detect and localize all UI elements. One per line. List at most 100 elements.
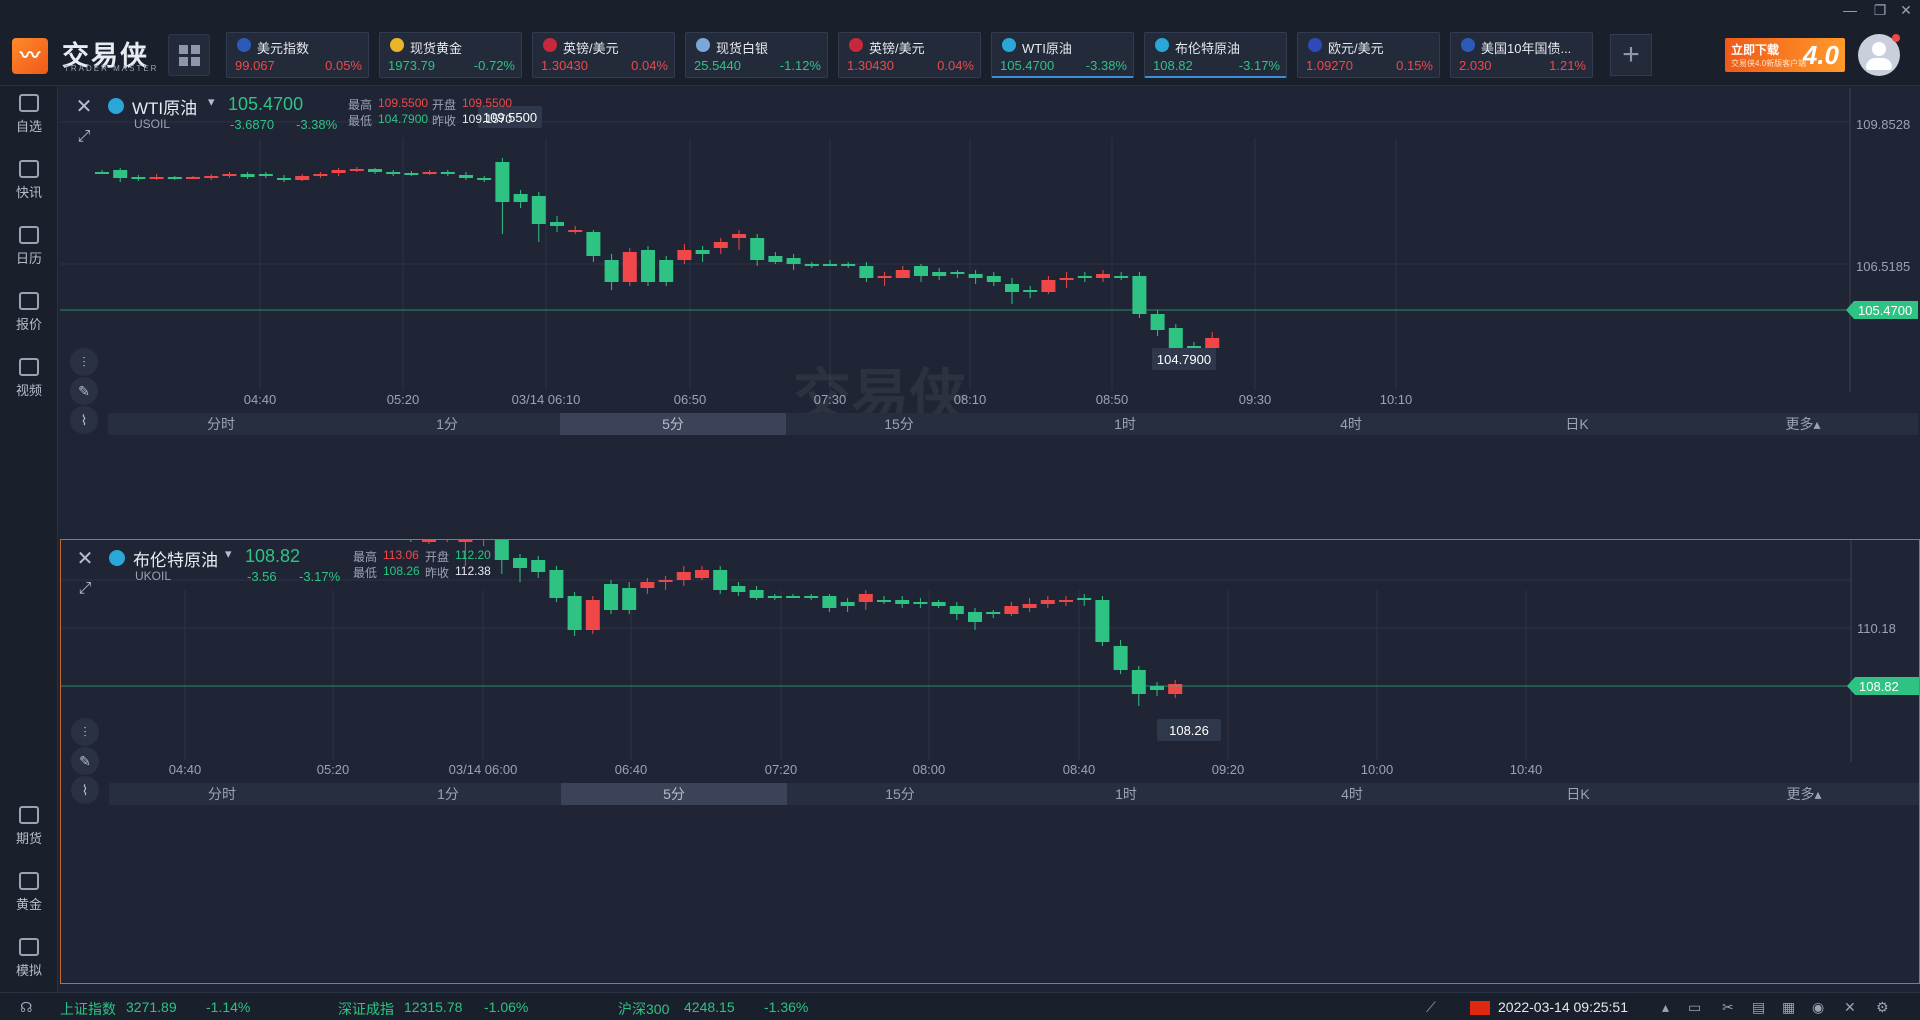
index-value: 12315.78 [404,999,463,1015]
quote-card[interactable]: 欧元/美元 1.09270 0.15% [1297,32,1440,78]
candle-body [567,596,582,630]
headset-icon[interactable]: ☊ [20,999,32,1016]
x-tick-label: 08:00 [913,762,946,777]
sidebar-item[interactable]: 自选 [0,88,58,144]
quote-card[interactable]: 现货黄金 1973.79 -0.72% [379,32,522,78]
indicator-tool-icon[interactable]: ⫶ [71,718,99,746]
sidebar-item-label: 模拟 [15,963,42,978]
candle-body [986,612,1001,614]
candle-body [277,178,291,180]
timeframe-tab[interactable]: 日K [1465,783,1691,805]
timeframe-tab[interactable]: 5分 [561,783,787,805]
timeframe-tab[interactable]: 更多▴ [1690,413,1916,435]
expand-icon[interactable]: ⤢ [72,128,96,152]
trend-tool-icon[interactable]: ⌇ [70,406,98,434]
indicator-tool-icon[interactable]: ⫶ [70,348,98,376]
quote-card[interactable]: 英镑/美元 1.30430 0.04% [838,32,981,78]
candlestick-chart-wti[interactable]: 109.8528106.518504:40 05:20 03/14 06:10 06:… [60,88,1920,534]
sidebar-item-label: 日历 [15,251,42,266]
x-tick-label: 05:20 [387,392,420,407]
close-panel-button[interactable]: ✕ [72,96,96,120]
timeframe-tab[interactable]: 分时 [109,783,335,805]
timeframe-bar-brent: 分时 1分 5分 15分 1时 4时 日K 更多▴ [109,783,1919,805]
timeframe-tab[interactable]: 1分 [334,413,560,435]
symbol-name[interactable]: 布伦特原油 [133,546,218,571]
chevron-down-icon[interactable]: ▾ [208,94,215,110]
flag-icon [237,38,251,52]
quote-card[interactable]: 现货白银 25.5440 -1.12% [685,32,828,78]
sidebar-item[interactable]: 视频 [0,352,58,408]
sidebar-item[interactable]: 模拟 [0,932,58,988]
candle-body [1041,280,1056,292]
timeframe-tab[interactable]: 15分 [787,783,1013,805]
minimize-button[interactable]: — [1840,2,1860,18]
add-quote-button[interactable]: + [1610,34,1652,76]
draw-tool-icon[interactable]: ✎ [71,747,99,775]
x-tick-label: 10:10 [1380,392,1413,407]
flag-icon [1002,38,1016,52]
timeframe-tab[interactable]: 5分 [560,413,786,435]
expand-icon[interactable]: ⤢ [73,580,97,604]
close-panel-button[interactable]: ✕ [73,548,97,572]
screen-icon[interactable]: ▭ [1688,999,1701,1016]
download-promo-banner[interactable]: 立即下载 交易侠4.0新版客户端 4.0 [1725,38,1845,72]
timeframe-tab[interactable]: 1时 [1012,413,1238,435]
signal-icon[interactable]: ⟋ [1426,999,1436,1016]
timeframe-tab[interactable]: 更多▴ [1691,783,1917,805]
sidebar-item[interactable]: 日历 [0,220,58,276]
open-value: 109.5500 [462,96,513,110]
index-name[interactable]: 深证成指 [338,999,394,1019]
maximize-button[interactable]: ❐ [1870,2,1890,19]
candle-body [1077,598,1092,600]
tools-icon[interactable]: ✂ [1722,999,1734,1016]
timeframe-tab[interactable]: 分时 [108,413,334,435]
chart-panel-wti: 109.8528 106.5185 04:40 05:20 03/14 06:10 06:… [60,88,1920,534]
candle-body [295,176,310,180]
low-label: 最低 [348,114,373,128]
timeframe-tab[interactable]: 1时 [1013,783,1239,805]
index-pct: -1.36% [764,999,809,1015]
timeframe-tab[interactable]: 日K [1464,413,1690,435]
caret-up-icon[interactable]: ▴ [1662,999,1669,1016]
quote-price: 1973.79 [388,58,435,73]
candle-body [659,260,674,282]
quote-card[interactable]: 美元指数 99.067 0.05% [226,32,369,78]
sidebar-item[interactable]: 报价 [0,286,58,342]
layout-grid-button[interactable] [168,34,210,76]
index-name[interactable]: 沪深300 [618,999,669,1019]
calculator-icon[interactable]: ▦ [1782,999,1795,1016]
quote-price: 105.4700 [1000,58,1055,73]
camera-icon[interactable]: ◉ [1812,999,1824,1016]
candlestick-chart-brent[interactable]: 113.71110.1804:4005:2003/14 06:0006:4007… [61,540,1919,983]
settings-icon[interactable]: ⚙ [1876,999,1889,1016]
user-avatar[interactable] [1858,34,1900,76]
quote-name: 布伦特原油 [1175,41,1241,56]
layout-icon[interactable]: ▤ [1752,999,1765,1016]
symbol-name[interactable]: WTI原油 [132,94,197,119]
quote-card[interactable]: WTI原油 105.4700 -3.38% [991,32,1134,78]
sidebar-item[interactable]: 黄金 [0,866,58,922]
candle-body [768,256,783,262]
x-tick-label: 03/14 06:00 [449,762,518,777]
candle-body [949,606,964,614]
timeframe-tab[interactable]: 4时 [1239,783,1465,805]
timeframe-tab[interactable]: 15分 [786,413,1012,435]
quote-card[interactable]: 布伦特原油 108.82 -3.17% [1144,32,1287,78]
bookmark-icon [19,94,39,112]
sidebar-item[interactable]: 快讯 [0,154,58,210]
sidebar-item[interactable]: 期货 [0,800,58,856]
quote-card[interactable]: 英镑/美元 1.30430 0.04% [532,32,675,78]
draw-tool-icon[interactable]: ✎ [70,377,98,405]
trend-tool-icon[interactable]: ⌇ [71,776,99,804]
quote-card[interactable]: 美国10年国债... 2.030 1.21% [1450,32,1593,78]
timeframe-tab[interactable]: 4时 [1238,413,1464,435]
index-name[interactable]: 上证指数 [60,999,116,1019]
candle-body [622,588,637,610]
candle-body [568,230,583,232]
chevron-down-icon[interactable]: ▾ [225,546,232,562]
timeframe-tab[interactable]: 1分 [335,783,561,805]
close-window-button[interactable]: ✕ [1896,2,1916,19]
candle-body [550,222,564,226]
mute-icon[interactable]: ✕ [1844,999,1856,1016]
promo-version: 4.0 [1802,40,1839,70]
